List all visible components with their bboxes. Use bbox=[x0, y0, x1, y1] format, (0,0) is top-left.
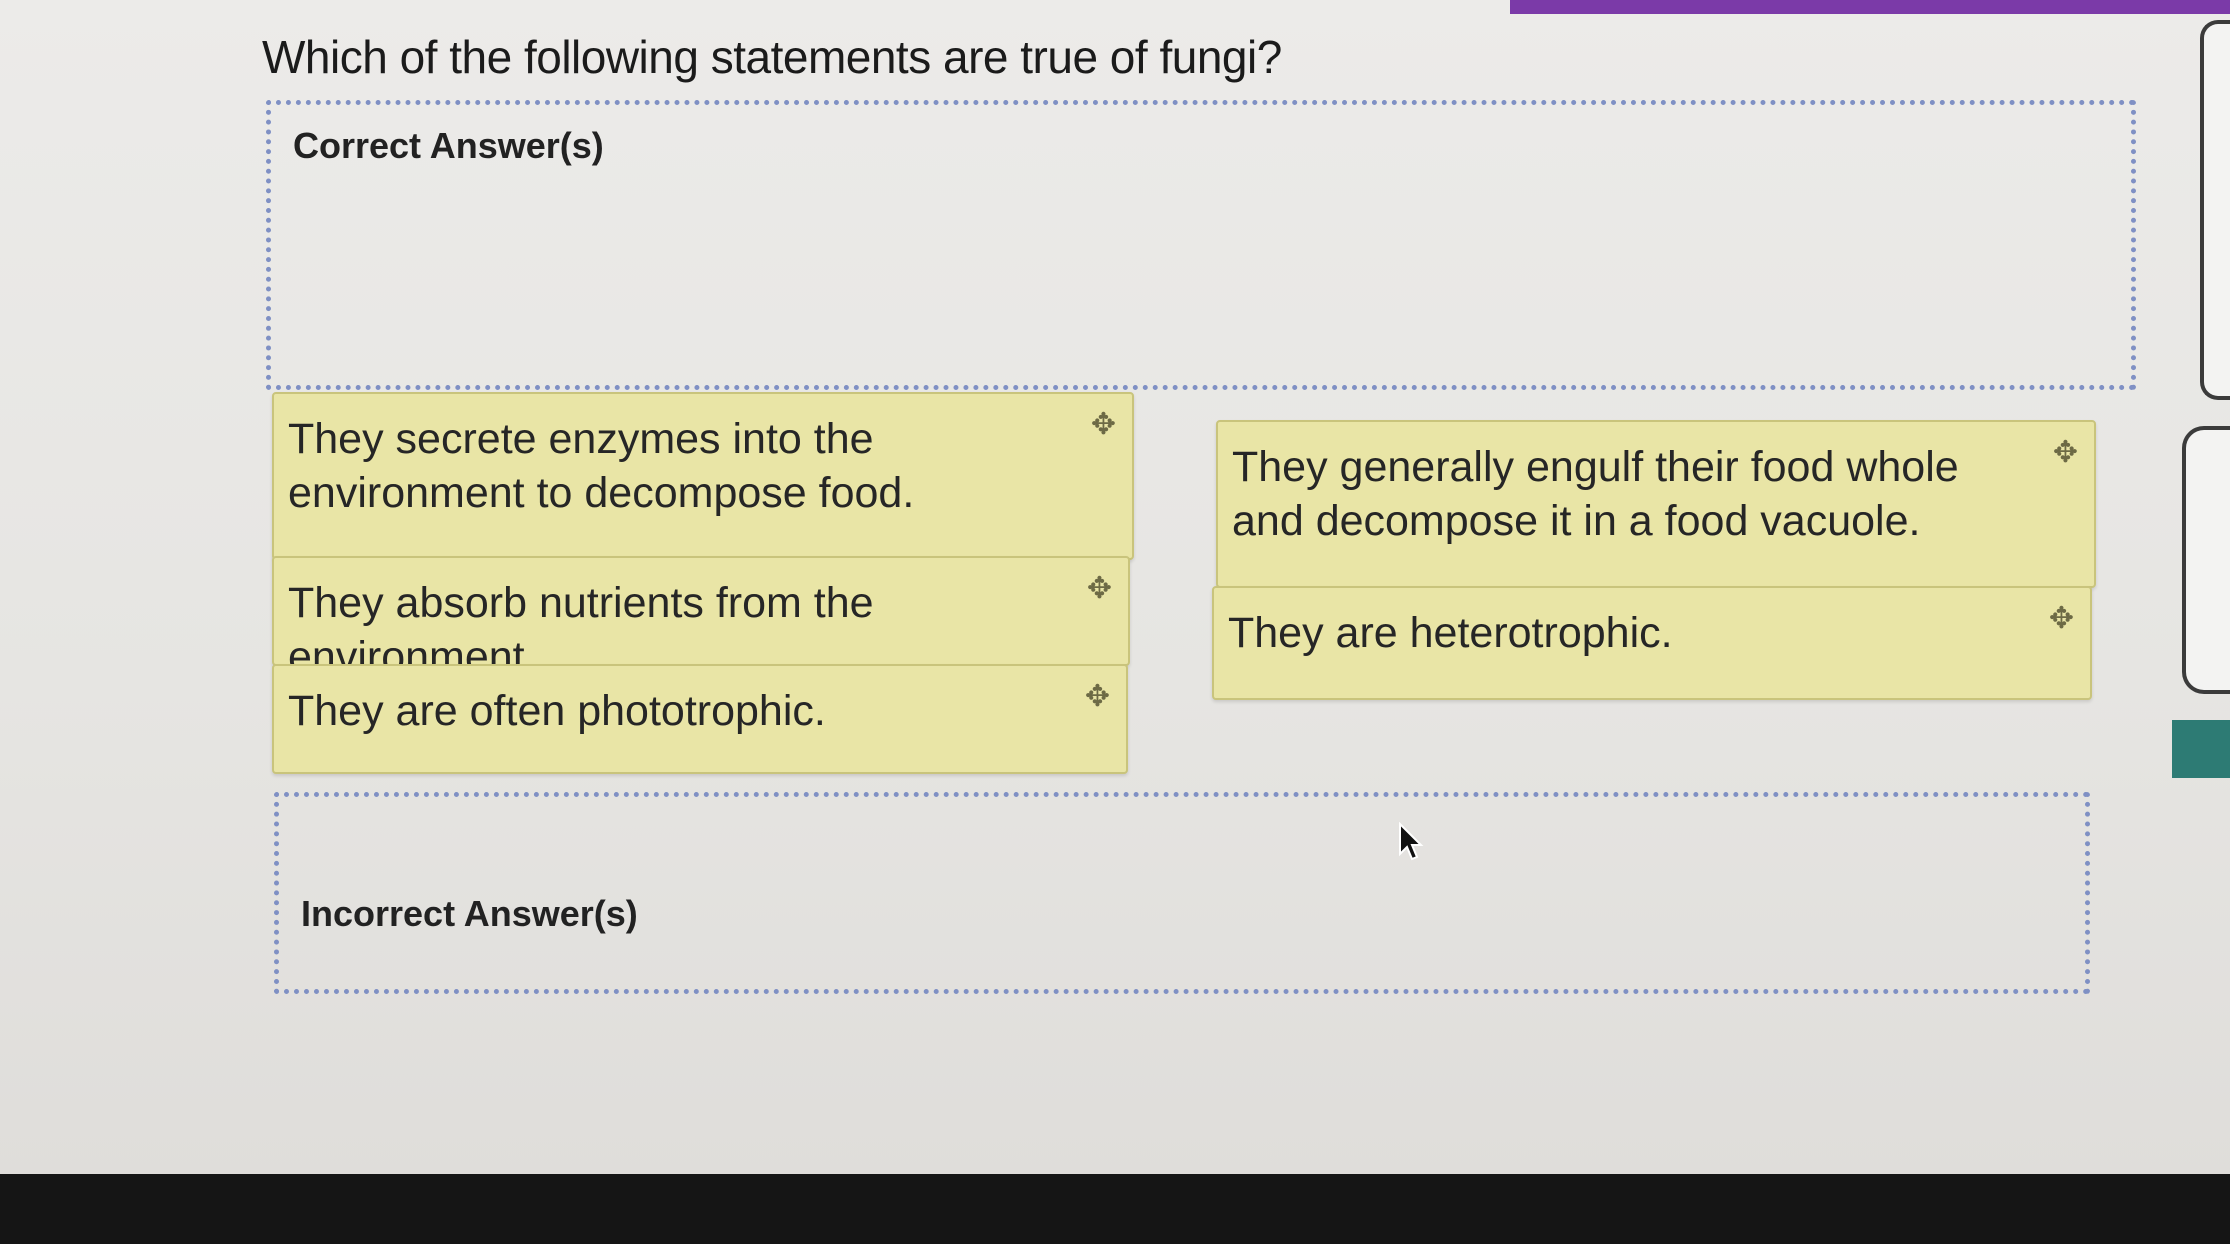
answer-card[interactable]: They are heterotrophic. ✥ bbox=[1212, 586, 2092, 700]
side-panel-tab[interactable] bbox=[2182, 426, 2230, 694]
answer-card[interactable]: They secrete enzymes into the environmen… bbox=[272, 392, 1134, 560]
answer-card[interactable]: They generally engulf their food whole a… bbox=[1216, 420, 2096, 588]
incorrect-answers-label: Incorrect Answer(s) bbox=[301, 893, 638, 934]
question-text: Which of the following statements are tr… bbox=[262, 31, 1282, 83]
move-icon[interactable]: ✥ bbox=[1085, 682, 1110, 712]
move-icon[interactable]: ✥ bbox=[1087, 574, 1112, 604]
side-action-button[interactable] bbox=[2172, 720, 2230, 778]
screen-bezel bbox=[0, 1174, 2230, 1244]
incorrect-answers-dropzone[interactable]: Incorrect Answer(s) bbox=[274, 792, 2090, 994]
correct-answers-dropzone[interactable]: Correct Answer(s) bbox=[266, 100, 2136, 390]
move-icon[interactable]: ✥ bbox=[2053, 438, 2078, 468]
answer-card-text: They secrete enzymes into the environmen… bbox=[288, 415, 915, 517]
answer-card-text: They are heterotrophic. bbox=[1228, 609, 1673, 657]
answer-card-text: They are often phototrophic. bbox=[288, 687, 826, 735]
top-accent-bar bbox=[1510, 0, 2230, 14]
answer-card-text: They generally engulf their food whole a… bbox=[1232, 443, 1959, 545]
move-icon[interactable]: ✥ bbox=[1091, 410, 1116, 440]
move-icon[interactable]: ✥ bbox=[2049, 604, 2074, 634]
correct-answers-label: Correct Answer(s) bbox=[293, 125, 604, 166]
answer-card[interactable]: They absorb nutrients from the environme… bbox=[272, 556, 1130, 681]
answer-card[interactable]: They are often phototrophic. ✥ bbox=[272, 664, 1128, 774]
screen: Which of the following statements are tr… bbox=[0, 0, 2230, 1244]
side-panel-tab[interactable] bbox=[2200, 20, 2230, 400]
